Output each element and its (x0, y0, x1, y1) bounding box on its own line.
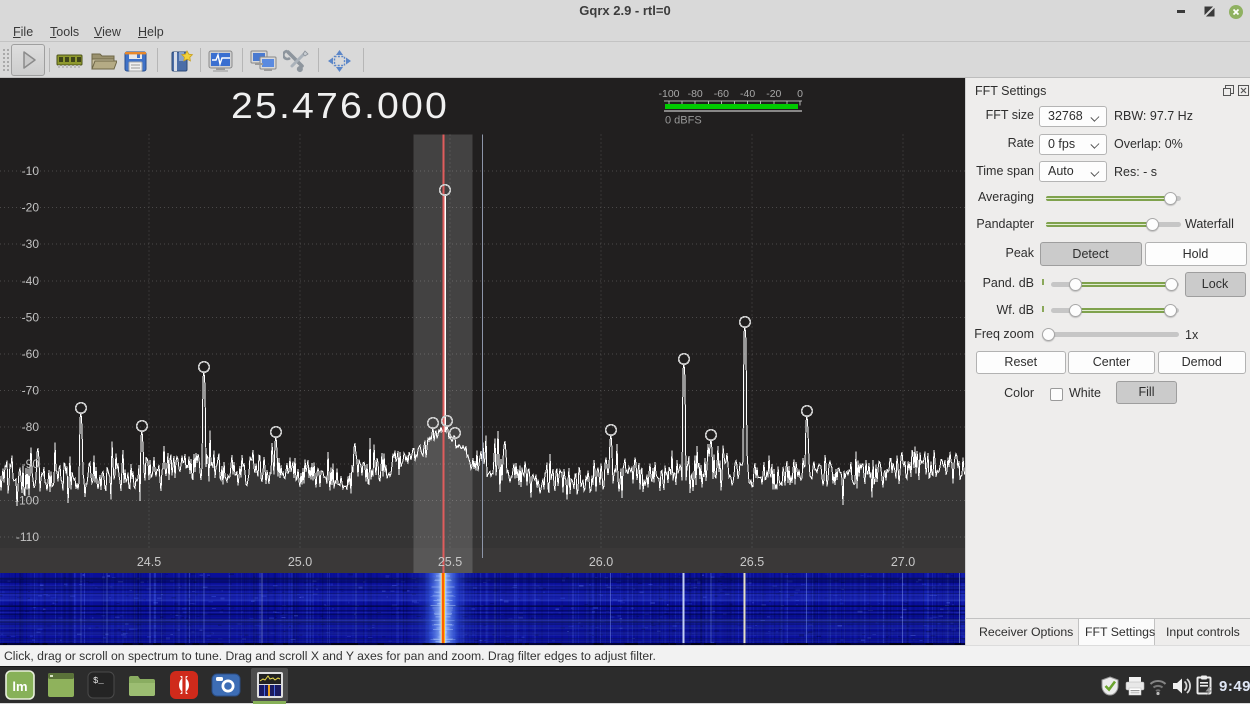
svg-text:26.5: 26.5 (740, 555, 764, 569)
svg-text:-60: -60 (714, 88, 729, 100)
svg-text:-20: -20 (766, 88, 781, 100)
svg-text:$_: $_ (93, 676, 104, 686)
svg-text:25.476.000: 25.476.000 (231, 85, 449, 126)
svg-text:-50: -50 (22, 310, 40, 324)
svg-text:lm: lm (12, 679, 27, 694)
svg-text:-100: -100 (658, 88, 679, 100)
svg-text:27.0: 27.0 (891, 555, 915, 569)
svg-text:-100: -100 (15, 493, 39, 507)
svg-text:-110: -110 (16, 530, 39, 544)
svg-text:24.5: 24.5 (137, 555, 161, 569)
svg-text:-10: -10 (22, 164, 40, 178)
svg-text:-90: -90 (22, 457, 40, 471)
svg-text:-20: -20 (22, 201, 40, 215)
svg-text:0: 0 (797, 88, 803, 100)
svg-text:-70: -70 (22, 384, 40, 398)
svg-text:-40: -40 (22, 274, 40, 288)
svg-text:-30: -30 (22, 237, 40, 251)
svg-text:25.5: 25.5 (438, 555, 462, 569)
svg-text:-80: -80 (688, 88, 703, 100)
svg-text:26.0: 26.0 (589, 555, 613, 569)
svg-text:-40: -40 (740, 88, 755, 100)
svg-text:-80: -80 (22, 420, 40, 434)
svg-text:-60: -60 (22, 347, 40, 361)
svg-text:0 dBFS: 0 dBFS (665, 115, 702, 127)
svg-text:25.0: 25.0 (288, 555, 312, 569)
